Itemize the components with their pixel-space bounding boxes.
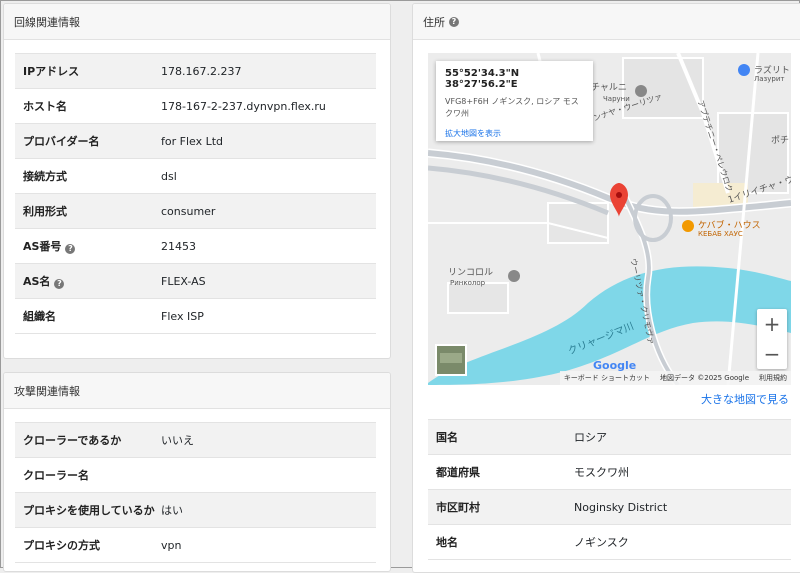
row-value: いいえ xyxy=(161,422,376,458)
help-icon[interactable]: ? xyxy=(449,16,459,27)
row-key: プロキシの方式 xyxy=(15,527,161,563)
zoom-out-button[interactable]: − xyxy=(757,339,787,369)
row-key-label: AS番号 xyxy=(23,240,62,253)
row-value xyxy=(161,457,376,493)
row-value: FLEX-AS xyxy=(161,263,376,299)
help-icon[interactable]: ? xyxy=(65,244,76,254)
map-label-kebab-ru: КЕБАБ ХАУС xyxy=(698,230,743,238)
table-row: IPアドレス 178.167.2.237 xyxy=(15,53,376,89)
map-label-chaluni: チャルニ xyxy=(591,83,627,93)
table-row: 地名 ノギンスク xyxy=(428,524,791,560)
map-label-rinkolor-ru: Ринколор xyxy=(450,279,486,287)
map-info-window: 55°52'34.3"N 38°27'56.2"E VFG8+F6H ノギンスク… xyxy=(436,61,593,141)
table-row: プロキシを使用しているか はい xyxy=(15,492,376,528)
map-view[interactable]: チャルニ Чаруни ラズリト Лазурит リンコロル Ринколор … xyxy=(428,53,791,385)
row-value: for Flex Ltd xyxy=(161,123,376,159)
map-label-rinkolor: リンコロル xyxy=(448,268,494,278)
map-label-lazurit-ru: Лазурит xyxy=(754,75,785,83)
row-key-label: 組織名 xyxy=(23,310,56,323)
zoom-in-button[interactable]: + xyxy=(757,309,787,339)
row-key-label: クローラー名 xyxy=(23,469,89,482)
address-title: 住所 xyxy=(423,15,445,29)
attack-info-card: 攻撃関連情報 クローラーであるか いいえ クローラー名 プロキシを使用しているか はいプ… xyxy=(3,372,391,572)
row-key: クローラー名 xyxy=(15,457,161,493)
line-info-header: 回線関連情報 xyxy=(4,4,390,40)
row-key-label: プロキシの方式 xyxy=(23,539,100,552)
map-attribution: キーボード ショートカット 地図データ ©2025 Google 利用規約 xyxy=(559,371,791,385)
row-key-label: AS名 xyxy=(23,275,51,288)
row-key: 地名 xyxy=(428,524,574,560)
row-key-label: プロキシを使用しているか xyxy=(23,504,155,517)
terms-link[interactable]: 利用規約 xyxy=(759,373,787,383)
row-key-label: クローラーであるか xyxy=(23,434,122,447)
table-row: AS番号? 21453 xyxy=(15,228,376,264)
row-key-label: 接続方式 xyxy=(23,170,67,183)
row-value: Flex ISP xyxy=(161,298,376,334)
row-key-label: 利用形式 xyxy=(23,205,67,218)
row-key-label: プロバイダー名 xyxy=(23,135,100,148)
row-key-label: 地名 xyxy=(436,536,458,549)
map-data-text: 地図データ ©2025 Google xyxy=(660,374,749,382)
table-row: 接続方式 dsl xyxy=(15,158,376,194)
map-label-pochi: ポチ xyxy=(771,136,790,146)
table-row: プロバイダー名 for Flex Ltd xyxy=(15,123,376,159)
row-value: 178-167-2-237.dynvpn.flex.ru xyxy=(161,88,376,124)
row-value: Noginsky District xyxy=(574,489,791,525)
row-key-label: 国名 xyxy=(436,431,458,444)
table-row: 組織名 Flex ISP xyxy=(15,298,376,334)
table-row: ホスト名 178-167-2-237.dynvpn.flex.ru xyxy=(15,88,376,124)
row-value: 21453 xyxy=(161,228,376,264)
row-key: 都道府県 xyxy=(428,454,574,490)
row-value: consumer xyxy=(161,193,376,229)
row-key: IPアドレス xyxy=(15,53,161,89)
table-row: クローラーであるか いいえ xyxy=(15,422,376,458)
help-icon[interactable]: ? xyxy=(54,279,65,289)
row-key-label: ホスト名 xyxy=(23,100,67,113)
map-plus-code: VFG8+F6H ノギンスク, ロシア モスクワ州 xyxy=(445,97,579,118)
row-value: 178.167.2.237 xyxy=(161,53,376,89)
zoom-control: + − xyxy=(757,309,787,369)
row-value: モスクワ州 xyxy=(574,454,791,490)
address-header: 住所 ? xyxy=(413,4,800,40)
row-value: vpn xyxy=(161,527,376,563)
row-key: 国名 xyxy=(428,419,574,455)
map-coordinates: 55°52'34.3"N 38°27'56.2"E xyxy=(445,68,520,90)
table-row: 市区町村 Noginsky District xyxy=(428,489,791,525)
row-key: プロキシを使用しているか xyxy=(15,492,161,528)
keyboard-shortcuts-link[interactable]: キーボード ショートカット xyxy=(564,373,650,383)
row-key: プロバイダー名 xyxy=(15,123,161,159)
row-key-label: 都道府県 xyxy=(436,466,480,479)
row-key-label: IPアドレス xyxy=(23,65,80,78)
row-key: AS番号? xyxy=(15,228,161,264)
row-key: AS名? xyxy=(15,263,161,299)
attack-info-table: クローラーであるか いいえクローラー名プロキシを使用しているか はいプロキシの方式 v… xyxy=(15,422,376,563)
row-key: 組織名 xyxy=(15,298,161,334)
row-key: クローラーであるか xyxy=(15,422,161,458)
table-row: プロキシの方式 vpn xyxy=(15,527,376,563)
row-key: 利用形式 xyxy=(15,193,161,229)
line-info-table: IPアドレス 178.167.2.237 ホスト名 178-167-2-237.dyn… xyxy=(15,53,376,334)
row-key: 市区町村 xyxy=(428,489,574,525)
table-row: 都道府県 モスクワ州 xyxy=(428,454,791,490)
table-row: AS名? FLEX-AS xyxy=(15,263,376,299)
row-key: 接続方式 xyxy=(15,158,161,194)
row-value: ロシア xyxy=(574,419,791,455)
row-value: はい xyxy=(161,492,376,528)
table-row: 利用形式 consumer xyxy=(15,193,376,229)
large-map-link[interactable]: 大きな地図で見る xyxy=(701,391,789,407)
address-table: 国名 ロシア都道府県 モスクワ州市区町村 Noginsky District 地名 ノギン… xyxy=(428,419,791,560)
row-value: ノギンスク xyxy=(574,524,791,560)
enlarge-map-link[interactable]: 拡大地図を表示 xyxy=(445,128,584,139)
row-value: dsl xyxy=(161,158,376,194)
table-row: 国名 ロシア xyxy=(428,419,791,455)
line-info-card: 回線関連情報 IPアドレス 178.167.2.237 ホスト名 178-167-2-… xyxy=(3,3,391,359)
row-key-label: 市区町村 xyxy=(436,501,480,514)
row-key: ホスト名 xyxy=(15,88,161,124)
attack-info-header: 攻撃関連情報 xyxy=(4,373,390,409)
table-row: クローラー名 xyxy=(15,457,376,493)
